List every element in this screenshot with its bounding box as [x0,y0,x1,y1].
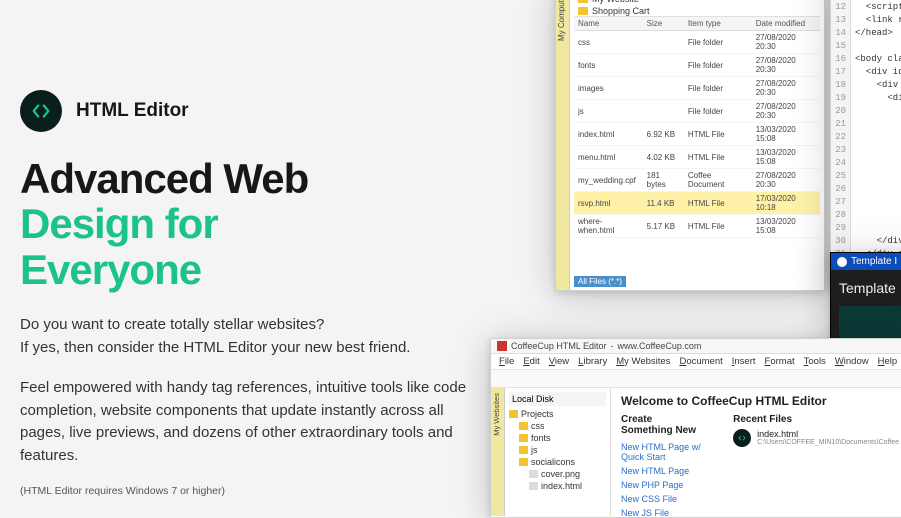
code-icon [733,429,751,447]
code-editor-window: 10 11 12 13 14 15 16 17 18 19 20 21 22 2… [830,0,901,290]
editor-titlebar: CoffeeCup HTML Editor - www.CoffeeCup.co… [491,339,901,354]
welcome-pane: Welcome to CoffeeCup HTML Editor Create … [611,388,901,516]
create-link[interactable]: New PHP Page [621,478,705,492]
recent-column: Recent Files index.html C:\Users\COFFEE_… [733,414,899,518]
tree-item[interactable]: cover.png [509,468,606,480]
menu-item[interactable]: Insert [732,356,756,367]
create-column: Create Something New New HTML Page w/ Qu… [621,414,705,518]
folder-icon [519,422,528,430]
file-filter[interactable]: All Files (*.*) [574,276,626,287]
project-tree: Local Disk Projectscssfontsjssocialicons… [505,388,611,516]
intro-paragraph-2: Feel empowered with handy tag references… [20,377,490,467]
menu-item[interactable]: Window [835,356,869,367]
side-tab[interactable]: My Websites [491,388,502,441]
create-link[interactable]: New HTML Page [621,464,705,478]
menu-item[interactable]: View [549,356,569,367]
tree-item[interactable]: fonts [509,432,606,444]
create-link[interactable]: New CSS File [621,492,705,506]
intro-paragraph-1: Do you want to create totally stellar we… [20,314,490,359]
menu-item[interactable]: Format [765,356,795,367]
side-tab[interactable]: My Computer [556,0,567,47]
folder-icon [519,458,528,466]
create-link[interactable]: New JS File [621,506,705,518]
table-row[interactable]: index.html6.92 KBHTML File13/03/2020 15:… [574,123,820,146]
file-browser-window: My Computer My Website Shopping Cart Nam… [555,0,825,291]
tree-item[interactable]: index.html [509,480,606,492]
recent-file-item[interactable]: index.html C:\Users\COFFEE_MIN10\Documen… [733,429,899,447]
file-icon [529,482,538,490]
hero: HTML Editor Advanced Web Design for Ever… [20,90,510,497]
template-tab[interactable]: Template I [831,253,901,270]
folder-icon [578,7,588,15]
table-row[interactable]: menu.html4.02 KBHTML File13/03/2020 15:0… [574,146,820,169]
tree-header[interactable]: Local Disk [509,392,606,406]
table-row[interactable]: jsFile folder27/08/2020 20:30 [574,100,820,123]
product-logo [20,90,62,132]
table-row[interactable]: imagesFile folder27/08/2020 20:30 [574,77,820,100]
tree-item[interactable]: js [509,444,606,456]
table-row[interactable]: my_wedding.cpf181 bytesCoffee Document27… [574,169,820,192]
create-link[interactable]: New HTML Page w/ Quick Start [621,440,705,464]
col-name[interactable]: Name [574,17,643,31]
menu-item[interactable]: Edit [523,356,539,367]
folder-icon [578,0,588,3]
menu-item[interactable]: Library [578,356,607,367]
tree-item[interactable]: css [509,420,606,432]
col-size[interactable]: Size [643,17,684,31]
menu-item[interactable]: My Websites [616,356,670,367]
col-type[interactable]: Item type [684,17,752,31]
tree-item[interactable]: Projects [509,408,606,420]
menu-bar: File Edit View Library My Websites Document In… [491,354,901,370]
folder-icon [519,434,528,442]
welcome-title: Welcome to CoffeeCup HTML Editor [621,394,899,408]
file-table: Name Size Item type Date modified cssFil… [574,17,820,238]
tree-item[interactable]: socialicons [509,456,606,468]
menu-item[interactable]: Tools [804,356,826,367]
file-icon [529,470,538,478]
menu-item[interactable]: File [499,356,514,367]
editor-side-tabs: My Websites [491,388,505,516]
gutter: 10 11 12 13 14 15 16 17 18 19 20 21 22 2… [831,0,851,289]
toolbar [491,370,901,388]
recent-header: Recent Files [733,414,899,425]
table-row[interactable]: fontsFile folder27/08/2020 20:30 [574,54,820,77]
folder-icon [519,446,528,454]
editor-window: CoffeeCup HTML Editor - www.CoffeeCup.co… [490,338,901,518]
product-name: HTML Editor [76,100,189,122]
recent-file-path: C:\Users\COFFEE_MIN10\Documents\Coffee [757,439,899,446]
table-row[interactable]: where-when.html5.17 KBHTML File13/03/202… [574,215,820,238]
app-icon [497,341,507,351]
template-header: Template [831,270,901,302]
requirements-footnote: (HTML Editor requires Windows 7 or highe… [20,485,510,497]
folder-item[interactable]: Shopping Cart [578,5,816,17]
menu-item[interactable]: Help [878,356,898,367]
create-header: Create Something New [621,414,705,436]
headline: Advanced Web Design for Everyone [20,156,510,292]
recent-file-name: index.html [757,429,899,439]
table-row[interactable]: cssFile folder27/08/2020 20:30 [574,31,820,54]
folder-icon [509,410,518,418]
file-browser-side-tabs: My Computer [556,0,570,290]
table-row[interactable]: rsvp.html11.4 KBHTML File17/03/2020 10:1… [574,192,820,215]
menu-item[interactable]: Document [679,356,722,367]
col-date[interactable]: Date modified [752,17,820,31]
code-area[interactable]: <link rel="styleshe <script>document.c <… [853,0,901,290]
